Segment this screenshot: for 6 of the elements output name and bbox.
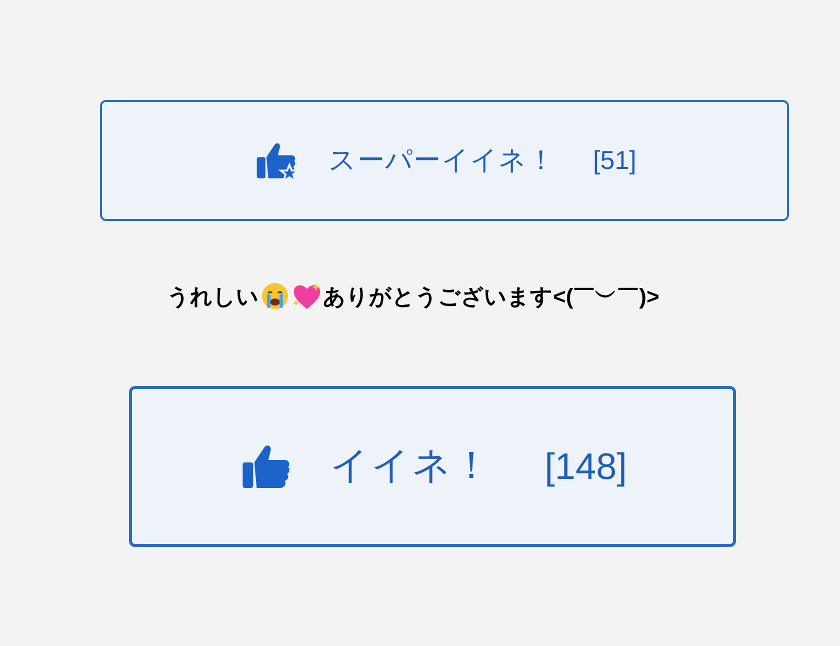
crying-face-icon [260, 281, 290, 311]
message-text: ありがとうございます<(￣︶￣)> [323, 282, 660, 311]
super-like-button[interactable]: スーパーイイネ！ [51] [100, 100, 789, 221]
like-button[interactable]: イイネ！ [148] [129, 386, 736, 547]
sparkling-heart-icon [291, 281, 323, 311]
message-text: うれしい [167, 282, 259, 310]
